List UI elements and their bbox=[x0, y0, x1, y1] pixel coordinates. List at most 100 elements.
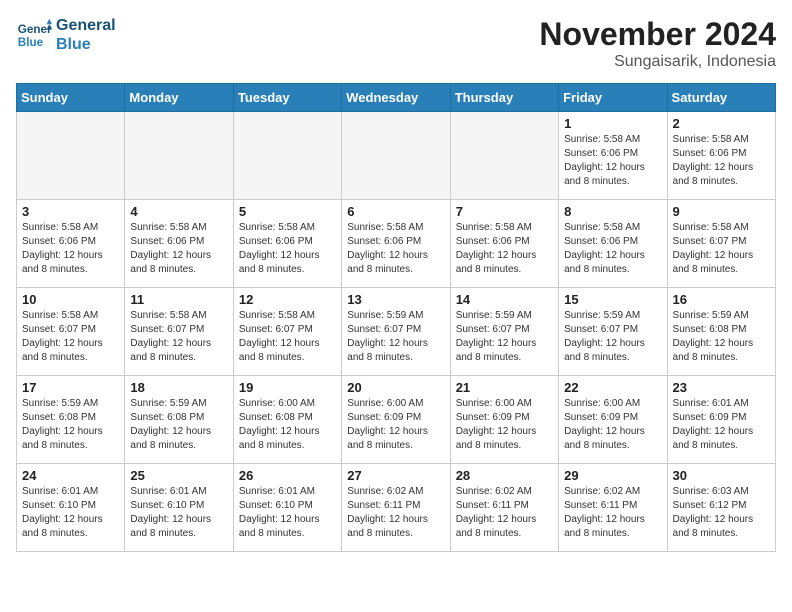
day-info: Sunrise: 5:58 AMSunset: 6:06 PMDaylight:… bbox=[564, 133, 661, 189]
day-number: 22 bbox=[564, 380, 661, 395]
day-number: 14 bbox=[456, 292, 553, 307]
day-cell: 12 Sunrise: 5:58 AMSunset: 6:07 PMDayligh… bbox=[233, 288, 341, 376]
day-cell: 23Sunrise: 6:01 AMSunset: 6:09 PMDayligh… bbox=[667, 376, 775, 464]
day-cell: 18 Sunrise: 5:59 AMSunset: 6:08 PMDayligh… bbox=[125, 376, 233, 464]
day-cell: 27 Sunrise: 6:02 AMSunset: 6:11 PMDayligh… bbox=[342, 464, 450, 552]
day-cell: 30 Sunrise: 6:03 AMSunset: 6:12 PMDayligh… bbox=[667, 464, 775, 552]
day-info: Sunrise: 5:59 AMSunset: 6:08 PMDaylight:… bbox=[673, 309, 770, 365]
svg-text:Blue: Blue bbox=[18, 36, 44, 49]
day-cell: 25Sunrise: 6:01 AMSunset: 6:10 PMDayligh… bbox=[125, 464, 233, 552]
day-cell: 9 Sunrise: 5:58 AMSunset: 6:07 PMDaylight… bbox=[667, 200, 775, 288]
day-info: Sunrise: 6:02 AMSunset: 6:11 PMDaylight:… bbox=[564, 485, 661, 541]
day-info: Sunrise: 6:01 AMSunset: 6:10 PMDaylight:… bbox=[239, 485, 336, 541]
header-saturday: Saturday bbox=[667, 84, 775, 112]
day-info: Sunrise: 6:00 AMSunset: 6:09 PMDaylight:… bbox=[564, 397, 661, 453]
day-info: Sunrise: 5:58 AMSunset: 6:07 PMDaylight:… bbox=[22, 309, 119, 365]
day-cell: 8Sunrise: 5:58 AMSunset: 6:06 PMDaylight… bbox=[559, 200, 667, 288]
day-cell: 15Sunrise: 5:59 AMSunset: 6:07 PMDayligh… bbox=[559, 288, 667, 376]
day-cell bbox=[17, 112, 125, 200]
header-sunday: Sunday bbox=[17, 84, 125, 112]
day-info: Sunrise: 6:01 AMSunset: 6:10 PMDaylight:… bbox=[130, 485, 227, 541]
calendar-header-row: SundayMondayTuesdayWednesdayThursdayFrid… bbox=[17, 84, 776, 112]
calendar-table: SundayMondayTuesdayWednesdayThursdayFrid… bbox=[16, 83, 776, 552]
day-number: 21 bbox=[456, 380, 553, 395]
svg-text:General: General bbox=[18, 23, 52, 36]
day-info: Sunrise: 5:58 AMSunset: 6:07 PMDaylight:… bbox=[673, 221, 770, 277]
day-cell: 1 Sunrise: 5:58 AMSunset: 6:06 PMDaylight… bbox=[559, 112, 667, 200]
day-info: Sunrise: 6:01 AMSunset: 6:09 PMDaylight:… bbox=[673, 397, 770, 453]
day-number: 1 bbox=[564, 116, 661, 131]
week-row-4: 17 Sunrise: 5:59 AMSunset: 6:08 PMDayligh… bbox=[17, 376, 776, 464]
day-cell: 28 Sunrise: 6:02 AMSunset: 6:11 PMDayligh… bbox=[450, 464, 558, 552]
day-info: Sunrise: 6:02 AMSunset: 6:11 PMDaylight:… bbox=[456, 485, 553, 541]
logo: General Blue General Blue bbox=[16, 16, 116, 54]
day-number: 15 bbox=[564, 292, 661, 307]
day-info: Sunrise: 5:59 AMSunset: 6:07 PMDaylight:… bbox=[456, 309, 553, 365]
day-info: Sunrise: 5:58 AMSunset: 6:07 PMDaylight:… bbox=[130, 309, 227, 365]
day-number: 12 bbox=[239, 292, 336, 307]
header-thursday: Thursday bbox=[450, 84, 558, 112]
title-block: November 2024 Sungaisarik, Indonesia bbox=[539, 16, 776, 71]
day-cell bbox=[450, 112, 558, 200]
day-cell: 2Sunrise: 5:58 AMSunset: 6:06 PMDaylight… bbox=[667, 112, 775, 200]
day-number: 30 bbox=[673, 468, 770, 483]
day-info: Sunrise: 5:59 AMSunset: 6:08 PMDaylight:… bbox=[130, 397, 227, 453]
day-number: 18 bbox=[130, 380, 227, 395]
day-number: 26 bbox=[239, 468, 336, 483]
day-number: 11 bbox=[130, 292, 227, 307]
day-cell: 5 Sunrise: 5:58 AMSunset: 6:06 PMDaylight… bbox=[233, 200, 341, 288]
day-info: Sunrise: 5:58 AMSunset: 6:06 PMDaylight:… bbox=[347, 221, 444, 277]
day-cell: 7Sunrise: 5:58 AMSunset: 6:06 PMDaylight… bbox=[450, 200, 558, 288]
day-number: 4 bbox=[130, 204, 227, 219]
week-row-3: 10 Sunrise: 5:58 AMSunset: 6:07 PMDayligh… bbox=[17, 288, 776, 376]
header-wednesday: Wednesday bbox=[342, 84, 450, 112]
day-cell: 11 Sunrise: 5:58 AMSunset: 6:07 PMDayligh… bbox=[125, 288, 233, 376]
day-number: 27 bbox=[347, 468, 444, 483]
day-info: Sunrise: 6:02 AMSunset: 6:11 PMDaylight:… bbox=[347, 485, 444, 541]
day-cell bbox=[125, 112, 233, 200]
day-cell: 4 Sunrise: 5:58 AMSunset: 6:06 PMDaylight… bbox=[125, 200, 233, 288]
day-cell: 3 Sunrise: 5:58 AMSunset: 6:06 PMDaylight… bbox=[17, 200, 125, 288]
header-monday: Monday bbox=[125, 84, 233, 112]
header-tuesday: Tuesday bbox=[233, 84, 341, 112]
day-cell: 13 Sunrise: 5:59 AMSunset: 6:07 PMDayligh… bbox=[342, 288, 450, 376]
day-info: Sunrise: 5:58 AMSunset: 6:06 PMDaylight:… bbox=[130, 221, 227, 277]
day-cell: 24 Sunrise: 6:01 AMSunset: 6:10 PMDayligh… bbox=[17, 464, 125, 552]
day-number: 10 bbox=[22, 292, 119, 307]
day-number: 13 bbox=[347, 292, 444, 307]
week-row-2: 3 Sunrise: 5:58 AMSunset: 6:06 PMDaylight… bbox=[17, 200, 776, 288]
day-number: 2 bbox=[673, 116, 770, 131]
day-cell: 19 Sunrise: 6:00 AMSunset: 6:08 PMDayligh… bbox=[233, 376, 341, 464]
day-cell: 21 Sunrise: 6:00 AMSunset: 6:09 PMDayligh… bbox=[450, 376, 558, 464]
day-number: 19 bbox=[239, 380, 336, 395]
day-number: 6 bbox=[347, 204, 444, 219]
day-info: Sunrise: 6:03 AMSunset: 6:12 PMDaylight:… bbox=[673, 485, 770, 541]
day-number: 5 bbox=[239, 204, 336, 219]
location-title: Sungaisarik, Indonesia bbox=[539, 53, 776, 71]
day-info: Sunrise: 5:58 AMSunset: 6:07 PMDaylight:… bbox=[239, 309, 336, 365]
header-friday: Friday bbox=[559, 84, 667, 112]
day-number: 9 bbox=[673, 204, 770, 219]
week-row-5: 24 Sunrise: 6:01 AMSunset: 6:10 PMDayligh… bbox=[17, 464, 776, 552]
day-number: 24 bbox=[22, 468, 119, 483]
day-info: Sunrise: 6:00 AMSunset: 6:09 PMDaylight:… bbox=[456, 397, 553, 453]
day-cell bbox=[342, 112, 450, 200]
day-info: Sunrise: 5:58 AMSunset: 6:06 PMDaylight:… bbox=[22, 221, 119, 277]
day-cell: 29Sunrise: 6:02 AMSunset: 6:11 PMDayligh… bbox=[559, 464, 667, 552]
day-number: 16 bbox=[673, 292, 770, 307]
day-number: 3 bbox=[22, 204, 119, 219]
day-number: 8 bbox=[564, 204, 661, 219]
day-info: Sunrise: 5:59 AMSunset: 6:07 PMDaylight:… bbox=[347, 309, 444, 365]
day-info: Sunrise: 5:58 AMSunset: 6:06 PMDaylight:… bbox=[239, 221, 336, 277]
day-number: 28 bbox=[456, 468, 553, 483]
day-info: Sunrise: 6:00 AMSunset: 6:08 PMDaylight:… bbox=[239, 397, 336, 453]
day-cell: 14 Sunrise: 5:59 AMSunset: 6:07 PMDayligh… bbox=[450, 288, 558, 376]
day-info: Sunrise: 6:01 AMSunset: 6:10 PMDaylight:… bbox=[22, 485, 119, 541]
day-cell: 17Sunrise: 5:59 AMSunset: 6:08 PMDayligh… bbox=[17, 376, 125, 464]
day-number: 17 bbox=[22, 380, 119, 395]
month-title: November 2024 bbox=[539, 16, 776, 53]
day-cell: 20Sunrise: 6:00 AMSunset: 6:09 PMDayligh… bbox=[342, 376, 450, 464]
page-header: General Blue General Blue November 2024 … bbox=[16, 16, 776, 71]
day-cell bbox=[233, 112, 341, 200]
day-cell: 16 Sunrise: 5:59 AMSunset: 6:08 PMDayligh… bbox=[667, 288, 775, 376]
